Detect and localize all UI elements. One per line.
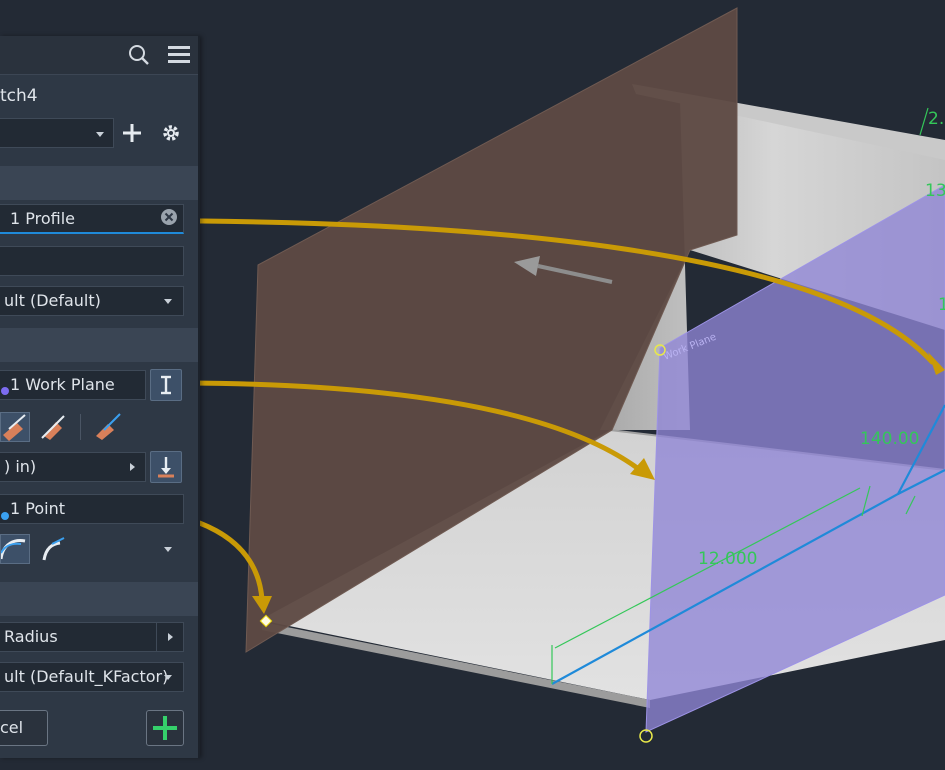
style-value: ult (Default) [4,291,101,310]
profile-select-label: 1 Profile [10,209,76,228]
field-divider [156,623,157,651]
panel-title-bar [0,36,198,75]
point-selector[interactable]: 1 Point [0,494,184,524]
extent-type-1-button[interactable] [0,412,30,442]
separator [80,414,81,440]
dimension-right-1[interactable]: 13 [925,181,945,201]
dimension-length[interactable]: 12.000 [698,549,757,569]
chevron-right-icon[interactable] [168,633,173,641]
section-header-advanced[interactable] [0,582,198,616]
point-select-label: 1 Point [10,499,65,518]
close-circle-icon[interactable] [160,208,178,226]
dimension-top[interactable]: 2. [928,109,944,129]
chevron-down-icon [164,675,172,680]
plus-green-icon [153,716,177,740]
bend-type-2-button[interactable] [38,534,68,564]
bend-type-1-button[interactable] [0,534,30,564]
style-dropdown[interactable]: ult (Default) [0,286,184,316]
flip-direction-icon [161,375,171,395]
workplane-dot [1,387,9,395]
hamburger-menu-icon[interactable] [167,44,191,66]
secondary-selector[interactable] [0,246,184,276]
cancel-button[interactable]: cel [0,710,48,746]
workplane-select-label: 1 Work Plane [10,375,115,394]
extent-type-3-button[interactable] [92,412,122,442]
dimension-right-2[interactable]: 1 [938,295,945,315]
search-icon[interactable] [128,44,150,66]
extent-type-2-button[interactable] [38,412,68,442]
panel-title: tch4 [0,86,38,106]
distance-input[interactable]: ) in) [0,452,146,482]
section-header-input[interactable] [0,166,198,200]
section-header-behavior[interactable] [0,328,198,362]
plus-icon[interactable] [121,122,143,144]
bend-radius-value: Radius [4,627,58,646]
ok-button[interactable] [146,710,184,746]
point-dot [1,512,9,520]
chevron-right-icon[interactable] [130,463,135,471]
chevron-down-icon [164,299,172,304]
profile-selector[interactable]: 1 Profile [0,204,184,234]
chevron-down-icon [96,132,104,137]
flip-direction-button[interactable] [150,369,182,401]
cancel-label: cel [0,718,24,737]
chevron-down-icon[interactable] [164,547,172,552]
gear-icon[interactable] [160,122,182,144]
unfold-rule-dropdown[interactable]: ult (Default_KFactor) [0,662,184,692]
workplane-selector[interactable]: 1 Work Plane [0,370,146,400]
property-panel: tch4 1 Profile ult (Default) 1 Work Plan… [0,36,200,758]
distance-value: ) in) [4,457,37,476]
offset-direction-button[interactable] [150,451,182,483]
unfold-rule-value: ult (Default_KFactor) [4,667,169,686]
dimension-angle[interactable]: 140.00 [860,429,919,449]
